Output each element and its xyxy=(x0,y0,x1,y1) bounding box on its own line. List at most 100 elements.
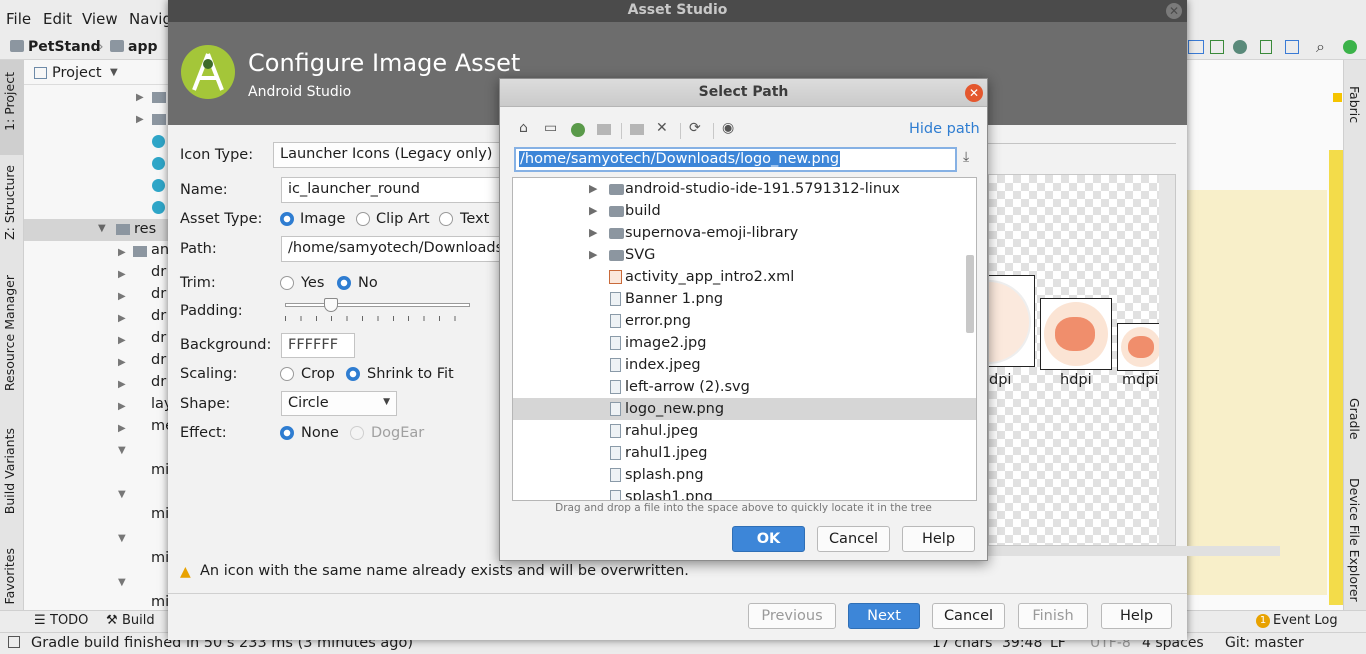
path-field[interactable]: /home/samyotech/Downloads/ xyxy=(281,236,503,262)
effect-none-radio[interactable] xyxy=(280,426,294,440)
icon-type-select[interactable]: Launcher Icons (Legacy only) xyxy=(273,142,503,168)
expand-icon[interactable]: ▶ xyxy=(589,200,597,222)
file-tree-row[interactable]: ▶ android-studio-ide-191.5791312-linux xyxy=(513,178,976,200)
tree-scrollbar-thumb[interactable] xyxy=(966,255,974,333)
trim-no-radio[interactable] xyxy=(337,276,351,290)
file-tree-row[interactable]: splash1.png xyxy=(513,486,976,500)
dialog-help-button[interactable]: Help xyxy=(902,526,975,552)
file-tree[interactable]: ▶ android-studio-ide-191.5791312-linux ▶ bu… xyxy=(512,177,977,501)
tab-fabric[interactable]: Fabric xyxy=(1347,86,1362,123)
cancel-button[interactable]: Cancel xyxy=(932,603,1005,629)
tree-item[interactable]: dr xyxy=(151,352,166,368)
trim-yes-radio[interactable] xyxy=(280,276,294,290)
refresh-icon[interactable]: ⟳ xyxy=(689,120,701,136)
preview-h-scrollbar[interactable] xyxy=(988,546,1280,556)
close-icon[interactable]: ✕ xyxy=(965,84,983,102)
tree-item[interactable]: mi xyxy=(151,506,169,522)
file-tree-row[interactable]: rahul1.jpeg xyxy=(513,442,976,464)
scaling-shrink-radio[interactable] xyxy=(346,367,360,381)
tree-item[interactable]: dr xyxy=(151,308,166,324)
background-color-field[interactable]: FFFFFF xyxy=(281,333,355,358)
tree-item[interactable]: dr xyxy=(151,264,166,280)
file-tree-row[interactable]: rahul.jpeg xyxy=(513,420,976,442)
expand-icon[interactable]: ▶ xyxy=(589,222,597,244)
effect-none-label[interactable]: None xyxy=(301,425,339,441)
next-button[interactable]: Next xyxy=(848,603,920,629)
file-tree-row[interactable]: activity_app_intro2.xml xyxy=(513,266,976,288)
download-icon[interactable]: ⤓ xyxy=(963,149,969,165)
menu-view[interactable]: View xyxy=(82,10,118,28)
tab-todo[interactable]: TODO xyxy=(50,613,88,628)
toggle-panels-icon[interactable] xyxy=(8,636,20,648)
android-project-icon[interactable] xyxy=(571,123,585,137)
tree-item[interactable]: dr xyxy=(151,286,166,302)
tab-favorites[interactable]: Favorites xyxy=(2,548,17,604)
expand-icon[interactable]: ▶ xyxy=(136,92,144,103)
tab-build-variants[interactable]: Build Variants xyxy=(2,428,17,514)
scaling-crop-label[interactable]: Crop xyxy=(301,366,335,382)
delete-icon[interactable]: ✕ xyxy=(656,120,668,136)
asset-type-image-label[interactable]: Image xyxy=(300,211,345,227)
desktop-icon[interactable]: ▭ xyxy=(544,120,557,136)
file-tree-row[interactable]: index.jpeg xyxy=(513,354,976,376)
asset-type-clipart-radio[interactable] xyxy=(356,212,370,226)
shape-select[interactable]: Circle ▼ xyxy=(281,391,397,416)
padding-slider-track[interactable] xyxy=(285,303,470,307)
close-icon[interactable]: ✕ xyxy=(1166,3,1182,19)
asset-type-image-radio[interactable] xyxy=(280,212,294,226)
tab-build[interactable]: Build xyxy=(122,613,155,628)
tab-project[interactable]: 1: Project xyxy=(2,72,17,131)
scaling-crop-radio[interactable] xyxy=(280,367,294,381)
file-tree-row[interactable]: ▶ build xyxy=(513,200,976,222)
dialog-cancel-button[interactable]: Cancel xyxy=(817,526,890,552)
file-tree-row[interactable]: error.png xyxy=(513,310,976,332)
android-icon[interactable] xyxy=(1233,40,1247,54)
path-input[interactable]: /home/samyotech/Downloads/logo_new.png xyxy=(514,147,957,172)
breadcrumb-app[interactable]: app xyxy=(128,39,158,55)
tab-structure[interactable]: Z: Structure xyxy=(2,165,17,240)
chevron-down-icon[interactable]: ▼ xyxy=(110,67,118,78)
trim-no-label[interactable]: No xyxy=(358,275,378,291)
tree-item[interactable]: mi xyxy=(151,550,169,566)
tab-event-log[interactable]: Event Log xyxy=(1273,613,1338,628)
tree-item[interactable]: an xyxy=(151,242,169,258)
file-tree-row[interactable]: splash.png xyxy=(513,464,976,486)
tree-item[interactable]: dr xyxy=(151,374,166,390)
ok-button[interactable]: OK xyxy=(732,526,805,552)
project-dropdown[interactable]: Project xyxy=(52,65,102,81)
scaling-shrink-label[interactable]: Shrink to Fit xyxy=(367,366,454,382)
expand-icon[interactable]: ▶ xyxy=(589,178,597,200)
padding-slider-thumb[interactable] xyxy=(324,298,339,312)
tab-resource-manager[interactable]: Resource Manager xyxy=(2,275,17,391)
search-icon[interactable]: ⌕ xyxy=(1316,37,1325,57)
menu-file[interactable]: File xyxy=(6,10,31,28)
menu-edit[interactable]: Edit xyxy=(43,10,72,28)
show-hidden-icon[interactable]: ◉ xyxy=(722,120,734,136)
status-git-branch[interactable]: Git: master xyxy=(1225,635,1304,651)
asset-type-text-label[interactable]: Text xyxy=(460,211,489,227)
file-tree-row[interactable]: ▶ supernova-emoji-library xyxy=(513,222,976,244)
expand-icon[interactable]: ▶ xyxy=(589,244,597,266)
asset-type-clipart-label[interactable]: Clip Art xyxy=(376,211,430,227)
help-button[interactable]: Help xyxy=(1101,603,1172,629)
trim-yes-label[interactable]: Yes xyxy=(301,275,324,291)
asset-type-text-radio[interactable] xyxy=(439,212,453,226)
breadcrumb-project[interactable]: PetStand xyxy=(28,39,101,55)
tree-item[interactable]: mi xyxy=(151,594,169,610)
tree-item[interactable]: dr xyxy=(151,330,166,346)
status-icon[interactable] xyxy=(1343,40,1357,54)
hide-path-link[interactable]: Hide path xyxy=(909,121,980,137)
home-icon[interactable]: ⌂ xyxy=(519,120,528,136)
file-tree-row[interactable]: logo_new.png xyxy=(513,398,976,420)
tab-gradle[interactable]: Gradle xyxy=(1347,398,1362,440)
tab-device-file-explorer[interactable]: Device File Explorer xyxy=(1347,478,1362,602)
menu-navigate[interactable]: Navig xyxy=(129,10,172,28)
tree-row-res[interactable]: ▼ res xyxy=(24,219,174,241)
run-config-icon[interactable] xyxy=(1188,40,1204,54)
file-tree-row[interactable]: left-arrow (2).svg xyxy=(513,376,976,398)
tree-item[interactable]: mi xyxy=(151,462,169,478)
file-tree-row[interactable]: ▶ SVG xyxy=(513,244,976,266)
file-tree-row[interactable]: Banner 1.png xyxy=(513,288,976,310)
name-field[interactable]: ic_launcher_round xyxy=(281,177,503,203)
sync-icon[interactable] xyxy=(1285,40,1299,54)
